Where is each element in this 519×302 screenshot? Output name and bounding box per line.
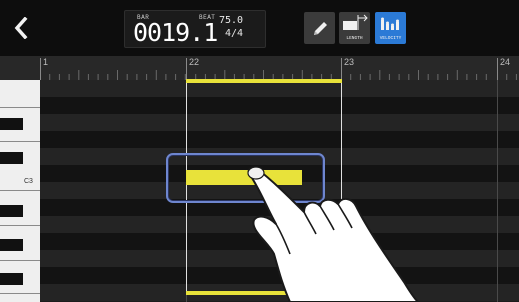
position-counter: BAR BEAT 0019.1 75.0 4/4 — [124, 10, 266, 48]
key-separator — [0, 107, 40, 108]
key-separator — [0, 293, 40, 294]
piano-keyboard[interactable]: C3 — [0, 80, 40, 302]
velocity-tool-caption: VELOCITY — [379, 36, 402, 41]
timeline-ruler[interactable]: 1 22 23 24 — [0, 56, 519, 80]
velocity-tool-button[interactable]: VELOCITY — [375, 12, 406, 44]
key-separator — [0, 225, 40, 226]
back-button[interactable] — [6, 12, 36, 44]
ruler-bar-number: 22 — [189, 57, 200, 67]
black-key[interactable] — [0, 205, 23, 217]
ruler-ticks — [40, 58, 517, 80]
black-key[interactable] — [0, 273, 23, 285]
chevron-left-icon — [14, 17, 28, 39]
header-bar: BAR BEAT 0019.1 75.0 4/4 LENGTH VELOCITY — [0, 0, 519, 56]
ruler-bar-number: 24 — [500, 57, 511, 67]
key-separator — [0, 190, 40, 191]
key-label-c3: C3 — [24, 178, 33, 185]
black-key[interactable] — [0, 152, 23, 164]
ruler-bar-number: 1 — [43, 57, 49, 67]
ruler-bar-number: 23 — [344, 57, 355, 67]
length-tool-caption: LENGTH — [346, 36, 363, 41]
pencil-tool-button[interactable] — [304, 12, 335, 44]
position-value: 0019.1 — [133, 18, 218, 47]
pencil-icon — [314, 22, 327, 35]
black-key[interactable] — [0, 118, 23, 130]
hand-pointer-icon — [247, 166, 419, 302]
selection-top-marker — [186, 79, 342, 83]
velocity-icon — [381, 17, 399, 30]
tempo-value: 75.0 — [219, 15, 244, 26]
time-signature: 4/4 — [225, 28, 244, 39]
black-key[interactable] — [0, 239, 23, 251]
key-separator — [0, 260, 40, 261]
length-icon — [343, 14, 368, 30]
length-tool-button[interactable]: LENGTH — [339, 12, 370, 44]
key-separator — [0, 141, 40, 142]
